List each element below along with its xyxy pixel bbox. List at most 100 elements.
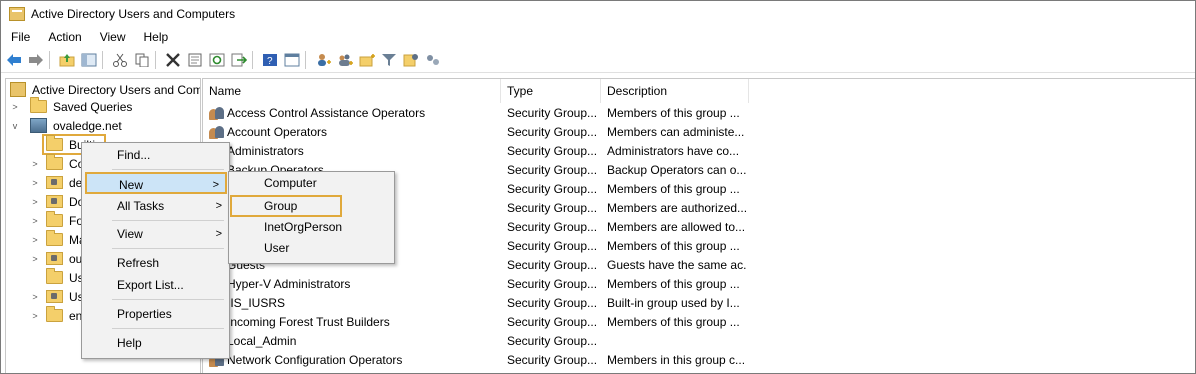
group-description: Members in this group c... (607, 353, 746, 367)
chevron-right-icon[interactable]: > (30, 292, 40, 302)
context-menu-export-list[interactable]: Export List... (83, 274, 228, 296)
group-name: Access Control Assistance Operators (227, 106, 426, 120)
menu-item-label: Properties (117, 307, 172, 321)
group-description: Members of this group ... (607, 315, 740, 329)
submenu-user[interactable]: User (230, 238, 393, 259)
tree-item-computers[interactable]: > Co (30, 154, 84, 173)
back-icon[interactable] (5, 51, 23, 69)
menu-action[interactable]: Action (40, 30, 89, 44)
svg-text:?: ? (267, 56, 273, 67)
chevron-right-icon[interactable]: > (10, 102, 20, 112)
add-to-group-icon[interactable] (402, 51, 420, 69)
context-menu-find[interactable]: Find... (83, 144, 228, 166)
tree-item-ou[interactable]: > Us (30, 287, 83, 306)
group-description: Guests have the same ac... (607, 258, 747, 272)
properties-icon[interactable] (186, 51, 204, 69)
submenu-inetorgperson[interactable]: InetOrgPerson (230, 217, 393, 238)
show-hide-tree-icon[interactable] (80, 51, 98, 69)
cut-icon[interactable] (111, 51, 129, 69)
new-submenu: Computer Group InetOrgPerson User (228, 171, 395, 264)
new-user-icon[interactable] (314, 51, 332, 69)
group-name: Local_Admin (227, 334, 297, 348)
group-icon (209, 125, 225, 140)
menu-item-label: Find... (117, 148, 151, 162)
context-menu-new[interactable]: New > (85, 172, 227, 194)
chevron-right-icon[interactable]: > (30, 197, 40, 207)
menu-separator (112, 299, 224, 300)
forward-icon[interactable] (27, 51, 45, 69)
group-type: Security Group... (507, 201, 597, 215)
ou-icon (46, 195, 63, 208)
table-row[interactable]: Network Configuration Operators Security… (203, 351, 803, 370)
table-row[interactable]: Access Control Assistance Operators Secu… (203, 104, 803, 123)
table-row[interactable]: Incoming Forest Trust Builders Security … (203, 313, 803, 332)
table-row[interactable]: Account Operators Security Group... Memb… (203, 123, 803, 142)
chevron-right-icon[interactable]: > (30, 235, 40, 245)
context-menu-view[interactable]: View > (83, 223, 228, 245)
column-header-label: Description (607, 84, 668, 98)
delegate-icon[interactable] (424, 51, 442, 69)
group-name: Incoming Forest Trust Builders (227, 315, 390, 329)
context-menu-all-tasks[interactable]: All Tasks > (83, 195, 228, 217)
chevron-right-icon[interactable]: > (30, 178, 40, 188)
context-menu-properties[interactable]: Properties (83, 303, 228, 325)
menu-separator (112, 248, 224, 249)
table-row[interactable]: IIS_IUSRS Security Group... Built-in gro… (203, 294, 803, 313)
column-header-type[interactable]: Type (501, 79, 601, 103)
table-row[interactable]: Local_Admin Security Group... (203, 332, 803, 351)
chevron-right-icon[interactable]: > (30, 254, 40, 264)
chevron-right-icon[interactable]: > (30, 311, 40, 321)
menu-item-label: InetOrgPerson (264, 220, 343, 234)
toolbar-separator (252, 51, 253, 69)
export-icon[interactable] (230, 51, 248, 69)
group-description: Built-in group used by I... (607, 296, 740, 310)
context-menu-refresh[interactable]: Refresh (83, 252, 228, 274)
help-icon[interactable]: ? (261, 51, 279, 69)
column-header-name[interactable]: Name (203, 79, 501, 103)
tree-item-ou[interactable]: > de (30, 173, 82, 192)
new-group-icon[interactable] (336, 51, 354, 69)
menu-view[interactable]: View (92, 30, 134, 44)
context-menu: Find... New > All Tasks > View > Refresh Ex… (81, 142, 230, 359)
context-menu-help[interactable]: Help (83, 332, 228, 354)
submenu-group[interactable]: Group (230, 195, 342, 217)
tree-item-label: ovaledge.net (53, 118, 122, 133)
tree-item-folder[interactable]: Us (46, 268, 84, 287)
chevron-down-icon[interactable]: v (10, 121, 20, 131)
delete-icon[interactable] (164, 51, 182, 69)
up-folder-icon[interactable] (58, 51, 76, 69)
folder-icon (30, 97, 47, 113)
tree-item-saved-queries[interactable]: > Saved Queries (10, 97, 132, 116)
folder-icon (46, 154, 63, 170)
aduc-root-icon (10, 82, 26, 97)
menu-help[interactable]: Help (136, 30, 177, 44)
new-ou-icon[interactable] (358, 51, 376, 69)
menu-file[interactable]: File (3, 30, 38, 44)
group-description: Members of this group ... (607, 277, 740, 291)
tree-item-folder[interactable]: > Fo (30, 211, 83, 230)
group-name: IIS_IUSRS (227, 296, 286, 310)
group-description: Members of this group ... (607, 239, 740, 253)
console-icon[interactable] (283, 51, 301, 69)
menu-item-label: Computer (264, 176, 317, 190)
filter-icon[interactable] (380, 51, 398, 69)
table-row[interactable]: Hyper-V Administrators Security Group...… (203, 275, 803, 294)
tree-item-ou[interactable]: > ou (30, 249, 82, 268)
menu-item-label: Export List... (117, 278, 184, 292)
column-header-description[interactable]: Description (601, 79, 749, 103)
tree-item-folder[interactable]: > en (30, 306, 82, 325)
group-description: Members of this group ... (607, 182, 740, 196)
tree-item-folder[interactable]: > Ma (30, 230, 86, 249)
copy-icon[interactable] (133, 51, 151, 69)
tree-item-ou[interactable]: > Do (30, 192, 84, 211)
table-row[interactable]: Administrators Security Group... Adminis… (203, 142, 803, 161)
submenu-arrow-icon: > (215, 228, 222, 240)
group-type: Security Group... (507, 182, 597, 196)
tree-item-domain[interactable]: v ovaledge.net (10, 116, 122, 135)
refresh-icon[interactable] (208, 51, 226, 69)
chevron-right-icon[interactable]: > (30, 159, 40, 169)
chevron-right-icon[interactable]: > (30, 216, 40, 226)
menu-item-label: All Tasks (117, 199, 165, 213)
submenu-computer[interactable]: Computer (230, 173, 393, 194)
menu-item-label: Help (117, 336, 142, 350)
